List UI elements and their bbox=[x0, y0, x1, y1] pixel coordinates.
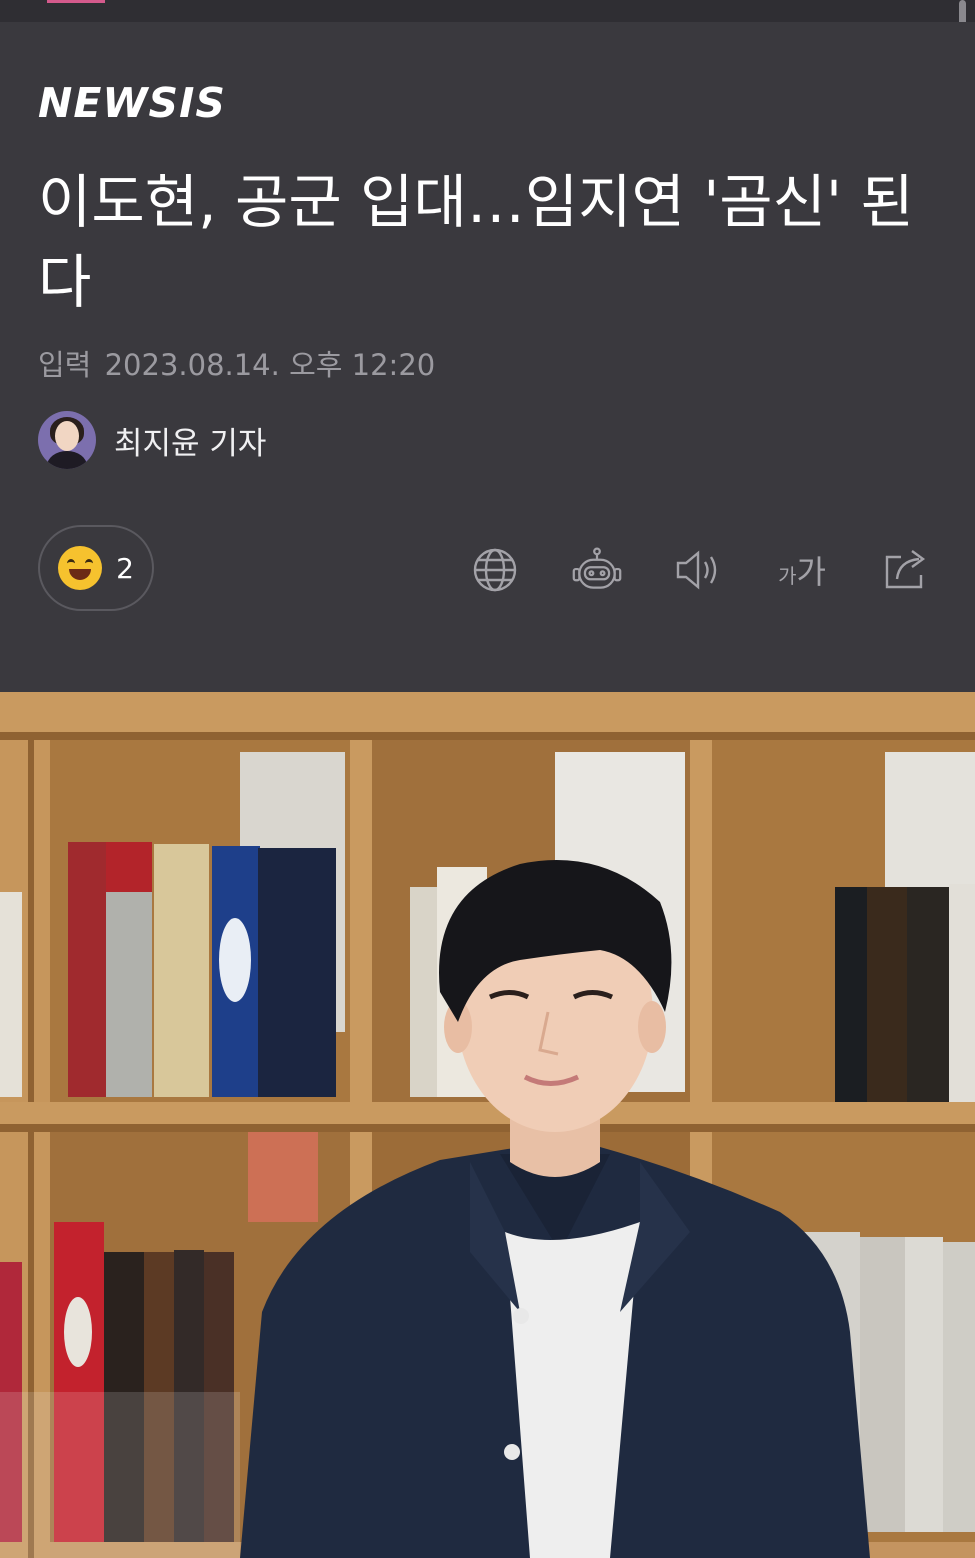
share-button[interactable] bbox=[880, 545, 932, 595]
article-toolbar: 가가 bbox=[466, 545, 936, 595]
translate-button[interactable] bbox=[469, 545, 521, 595]
reaction-count: 2 bbox=[116, 551, 134, 585]
dateline-label: 입력 bbox=[38, 348, 92, 382]
dateline-value: 2023.08.14. 오후 12:20 bbox=[104, 348, 436, 382]
summary-bot-button[interactable] bbox=[571, 545, 623, 595]
reaction-button[interactable]: 2 bbox=[38, 525, 154, 611]
robot-icon bbox=[572, 547, 622, 589]
top-bar bbox=[0, 0, 975, 22]
article-headline: 이도현, 공군 입대…임지연 '곰신' 된다 bbox=[38, 168, 914, 316]
tab-indicator bbox=[47, 0, 105, 3]
text-to-speech-button[interactable] bbox=[672, 545, 724, 595]
article-dateline: 입력 2023.08.14. 오후 12:20 bbox=[38, 342, 439, 384]
font-size-icon: 가가 bbox=[778, 553, 826, 591]
font-size-button[interactable]: 가가 bbox=[774, 545, 830, 595]
avatar[interactable] bbox=[38, 411, 96, 469]
article-photo[interactable] bbox=[0, 692, 975, 1558]
author-name[interactable]: 최지윤 기자 bbox=[114, 418, 266, 463]
article-photo-image bbox=[0, 692, 975, 1558]
share-icon bbox=[885, 550, 926, 589]
author-block[interactable]: 최지윤 기자 bbox=[38, 410, 266, 470]
laughing-emoji-icon bbox=[58, 546, 103, 590]
speaker-icon bbox=[676, 550, 717, 590]
globe-icon bbox=[473, 548, 517, 592]
article-header: NEWSIS 이도현, 공군 입대…임지연 '곰신' 된다 입력 2023.08… bbox=[0, 22, 975, 692]
press-logo[interactable]: NEWSIS bbox=[38, 79, 226, 127]
